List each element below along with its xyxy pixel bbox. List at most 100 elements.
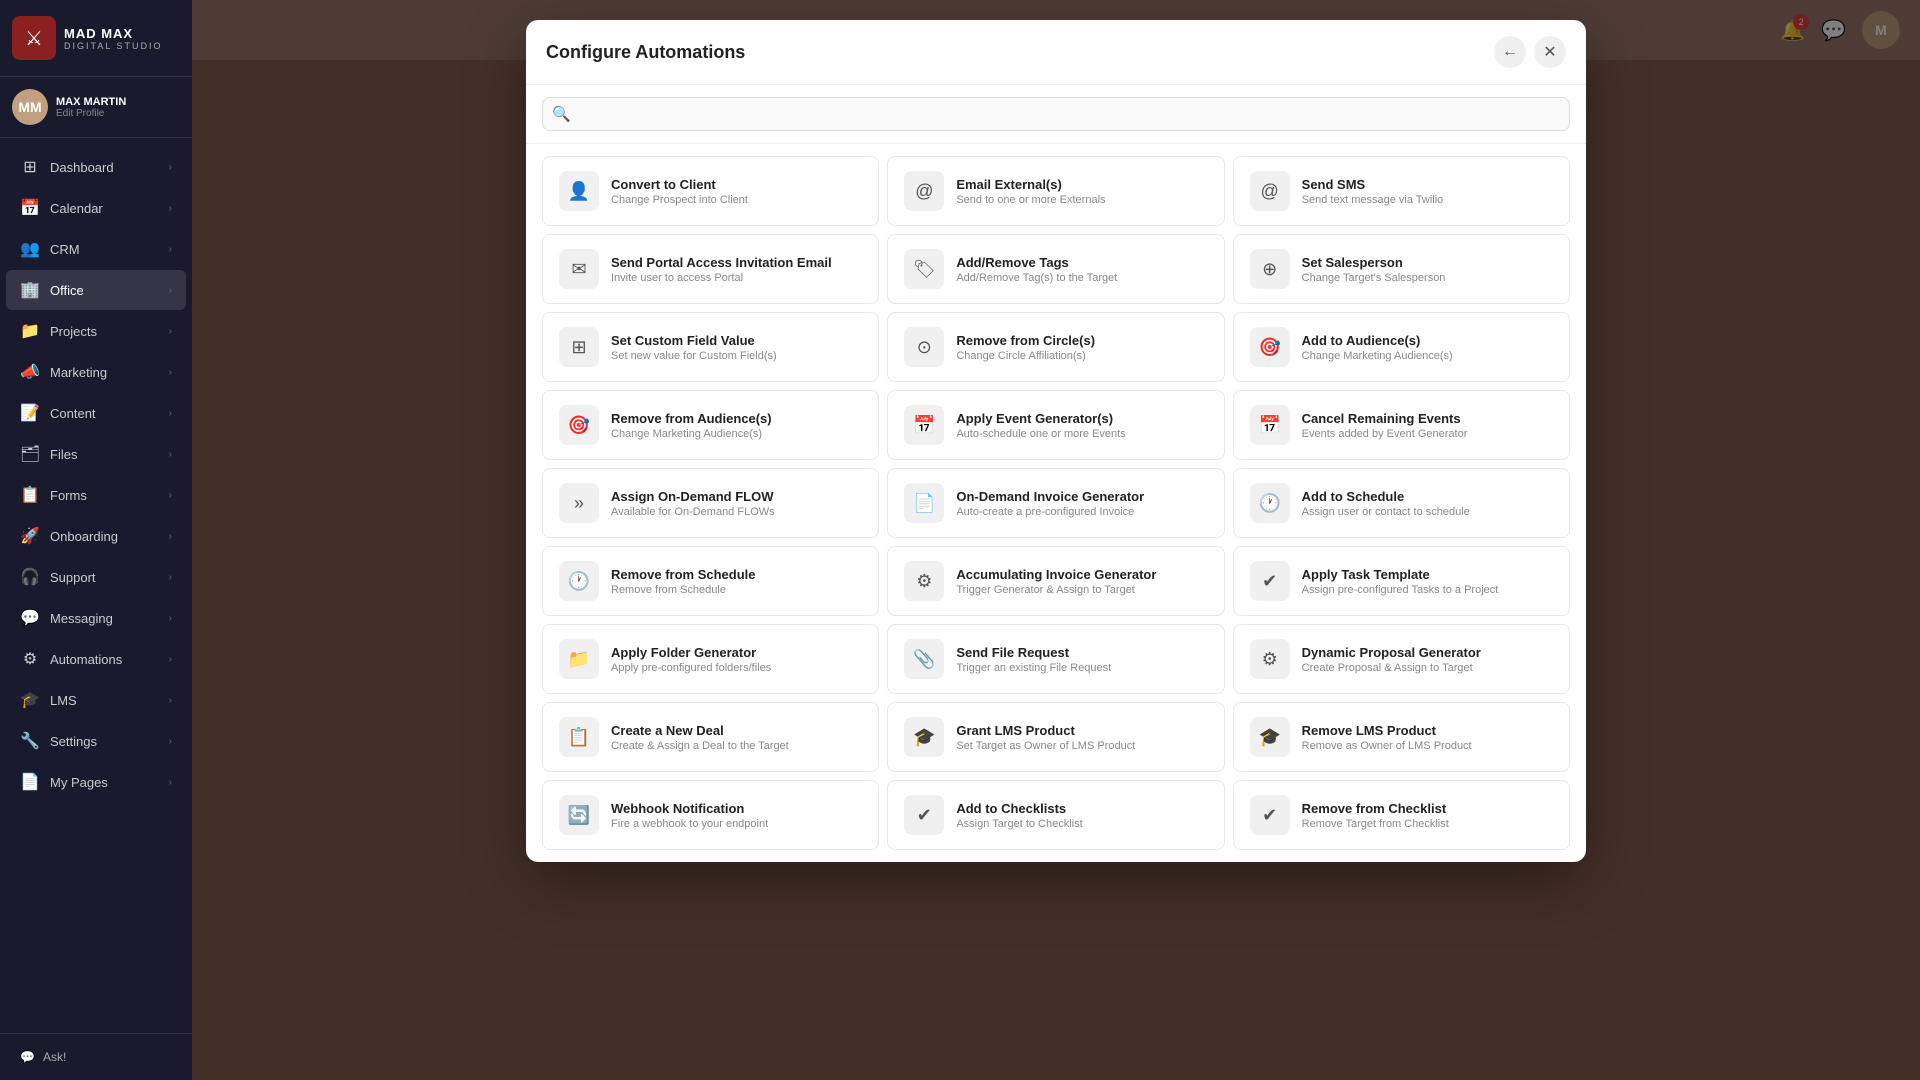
card-text-grant-lms-product: Grant LMS Product Set Target as Owner of… <box>956 723 1135 752</box>
card-title-accumulating-invoice-generator: Accumulating Invoice Generator <box>956 567 1156 582</box>
sidebar-item-marketing[interactable]: 📣 Marketing › <box>6 352 186 392</box>
nav-item-left: ⊞ Dashboard <box>20 157 114 177</box>
sidebar-item-onboarding[interactable]: 🚀 Onboarding › <box>6 516 186 556</box>
sidebar-item-content[interactable]: 📝 Content › <box>6 393 186 433</box>
automation-card-set-salesperson[interactable]: ⊕ Set Salesperson Change Target's Salesp… <box>1233 234 1570 304</box>
sidebar-item-lms[interactable]: 🎓 LMS › <box>6 680 186 720</box>
sidebar-item-office[interactable]: 🏢 Office › <box>6 270 186 310</box>
card-title-webhook-notification: Webhook Notification <box>611 801 768 816</box>
nav-label-settings: Settings <box>50 734 97 749</box>
automation-card-on-demand-invoice-generator[interactable]: 📄 On-Demand Invoice Generator Auto-creat… <box>887 468 1224 538</box>
nav-label-support: Support <box>50 570 96 585</box>
automation-card-add-to-audiences[interactable]: 🎯 Add to Audience(s) Change Marketing Au… <box>1233 312 1570 382</box>
nav-item-left: 💬 Messaging <box>20 608 113 628</box>
automation-card-apply-event-generator[interactable]: 📅 Apply Event Generator(s) Auto-schedule… <box>887 390 1224 460</box>
automation-card-email-externals[interactable]: @ Email External(s) Send to one or more … <box>887 156 1224 226</box>
card-desc-dynamic-proposal-generator: Create Proposal & Assign to Target <box>1302 662 1481 674</box>
automation-card-cancel-remaining-events[interactable]: 📅 Cancel Remaining Events Events added b… <box>1233 390 1570 460</box>
automation-card-send-file-request[interactable]: 📎 Send File Request Trigger an existing … <box>887 624 1224 694</box>
card-title-on-demand-invoice-generator: On-Demand Invoice Generator <box>956 489 1144 504</box>
card-title-add-remove-tags: Add/Remove Tags <box>956 255 1117 270</box>
logo-icon: ⚔ <box>12 16 56 60</box>
sidebar-item-crm[interactable]: 👥 CRM › <box>6 229 186 269</box>
card-text-add-remove-tags: Add/Remove Tags Add/Remove Tag(s) to the… <box>956 255 1117 284</box>
card-title-convert-to-client: Convert to Client <box>611 177 748 192</box>
automation-card-apply-task-template[interactable]: ✔ Apply Task Template Assign pre-configu… <box>1233 546 1570 616</box>
modal-search-area: 🔍 <box>526 85 1586 144</box>
automation-card-set-custom-field[interactable]: ⊞ Set Custom Field Value Set new value f… <box>542 312 879 382</box>
nav-item-left: 📝 Content <box>20 403 96 423</box>
close-button[interactable]: ✕ <box>1534 36 1566 68</box>
card-desc-add-remove-tags: Add/Remove Tag(s) to the Target <box>956 272 1117 284</box>
card-title-add-to-schedule: Add to Schedule <box>1302 489 1470 504</box>
card-desc-send-portal-access: Invite user to access Portal <box>611 272 832 284</box>
automation-card-assign-on-demand-flow[interactable]: » Assign On-Demand FLOW Available for On… <box>542 468 879 538</box>
sidebar-item-files[interactable]: 🗂 Files › <box>6 434 186 474</box>
automation-card-send-sms[interactable]: @ Send SMS Send text message via Twilio <box>1233 156 1570 226</box>
nav-item-left: ⚙ Automations <box>20 649 122 669</box>
card-text-on-demand-invoice-generator: On-Demand Invoice Generator Auto-create … <box>956 489 1144 518</box>
card-title-send-sms: Send SMS <box>1302 177 1444 192</box>
automation-card-remove-from-checklist[interactable]: ✔ Remove from Checklist Remove Target fr… <box>1233 780 1570 850</box>
sidebar-item-mypages[interactable]: 📄 My Pages › <box>6 762 186 802</box>
automation-card-dynamic-proposal-generator[interactable]: ⚙ Dynamic Proposal Generator Create Prop… <box>1233 624 1570 694</box>
nav-item-left: 🔧 Settings <box>20 731 97 751</box>
card-icon-dynamic-proposal-generator: ⚙ <box>1250 639 1290 679</box>
card-title-remove-lms-product: Remove LMS Product <box>1302 723 1472 738</box>
nav-icon-settings: 🔧 <box>20 731 40 751</box>
card-icon-set-salesperson: ⊕ <box>1250 249 1290 289</box>
nav-label-office: Office <box>50 283 84 298</box>
card-text-email-externals: Email External(s) Send to one or more Ex… <box>956 177 1105 206</box>
automation-card-remove-from-audiences[interactable]: 🎯 Remove from Audience(s) Change Marketi… <box>542 390 879 460</box>
automation-card-create-new-deal[interactable]: 📋 Create a New Deal Create & Assign a De… <box>542 702 879 772</box>
card-icon-accumulating-invoice-generator: ⚙ <box>904 561 944 601</box>
sidebar-item-forms[interactable]: 📋 Forms › <box>6 475 186 515</box>
sidebar-item-messaging[interactable]: 💬 Messaging › <box>6 598 186 638</box>
chevron-icon: › <box>169 449 172 460</box>
automation-card-add-remove-tags[interactable]: 🏷 Add/Remove Tags Add/Remove Tag(s) to t… <box>887 234 1224 304</box>
card-desc-remove-from-circles: Change Circle Affiliation(s) <box>956 350 1095 362</box>
automation-card-remove-from-schedule[interactable]: 🕐 Remove from Schedule Remove from Sched… <box>542 546 879 616</box>
brand-name: MAD MAX <box>64 26 163 41</box>
card-title-set-custom-field: Set Custom Field Value <box>611 333 777 348</box>
nav-icon-forms: 📋 <box>20 485 40 505</box>
edit-profile-link[interactable]: Edit Profile <box>56 108 126 119</box>
card-desc-remove-lms-product: Remove as Owner of LMS Product <box>1302 740 1472 752</box>
sidebar-item-support[interactable]: 🎧 Support › <box>6 557 186 597</box>
automation-card-send-portal-access[interactable]: ✉ Send Portal Access Invitation Email In… <box>542 234 879 304</box>
modal-header: Configure Automations ← ✕ <box>526 20 1586 85</box>
sidebar-item-settings[interactable]: 🔧 Settings › <box>6 721 186 761</box>
sidebar-item-automations[interactable]: ⚙ Automations › <box>6 639 186 679</box>
sidebar-item-projects[interactable]: 📁 Projects › <box>6 311 186 351</box>
chevron-icon: › <box>169 408 172 419</box>
chevron-icon: › <box>169 367 172 378</box>
search-input[interactable] <box>542 97 1570 131</box>
sidebar-item-calendar[interactable]: 📅 Calendar › <box>6 188 186 228</box>
nav-icon-mypages: 📄 <box>20 772 40 792</box>
automation-card-grant-lms-product[interactable]: 🎓 Grant LMS Product Set Target as Owner … <box>887 702 1224 772</box>
nav-item-left: 📁 Projects <box>20 321 97 341</box>
card-desc-webhook-notification: Fire a webhook to your endpoint <box>611 818 768 830</box>
nav-label-projects: Projects <box>50 324 97 339</box>
card-text-send-portal-access: Send Portal Access Invitation Email Invi… <box>611 255 832 284</box>
nav-icon-calendar: 📅 <box>20 198 40 218</box>
user-profile-area[interactable]: MM MAX MARTIN Edit Profile <box>0 77 192 138</box>
sidebar-item-dashboard[interactable]: ⊞ Dashboard › <box>6 147 186 187</box>
card-text-remove-from-circles: Remove from Circle(s) Change Circle Affi… <box>956 333 1095 362</box>
automation-card-add-to-schedule[interactable]: 🕐 Add to Schedule Assign user or contact… <box>1233 468 1570 538</box>
automation-card-accumulating-invoice-generator[interactable]: ⚙ Accumulating Invoice Generator Trigger… <box>887 546 1224 616</box>
automation-card-apply-folder-generator[interactable]: 📁 Apply Folder Generator Apply pre-confi… <box>542 624 879 694</box>
nav-icon-dashboard: ⊞ <box>20 157 40 177</box>
automation-card-remove-lms-product[interactable]: 🎓 Remove LMS Product Remove as Owner of … <box>1233 702 1570 772</box>
automation-card-remove-from-circles[interactable]: ⊙ Remove from Circle(s) Change Circle Af… <box>887 312 1224 382</box>
card-text-convert-to-client: Convert to Client Change Prospect into C… <box>611 177 748 206</box>
ask-button[interactable]: 💬 Ask! <box>8 1042 184 1072</box>
automation-card-webhook-notification[interactable]: 🔄 Webhook Notification Fire a webhook to… <box>542 780 879 850</box>
card-desc-send-file-request: Trigger an existing File Request <box>956 662 1111 674</box>
automation-card-convert-to-client[interactable]: 👤 Convert to Client Change Prospect into… <box>542 156 879 226</box>
automation-card-add-to-checklists[interactable]: ✔ Add to Checklists Assign Target to Che… <box>887 780 1224 850</box>
back-button[interactable]: ← <box>1494 36 1526 68</box>
chevron-icon: › <box>169 695 172 706</box>
card-icon-remove-from-schedule: 🕐 <box>559 561 599 601</box>
card-text-remove-from-schedule: Remove from Schedule Remove from Schedul… <box>611 567 756 596</box>
